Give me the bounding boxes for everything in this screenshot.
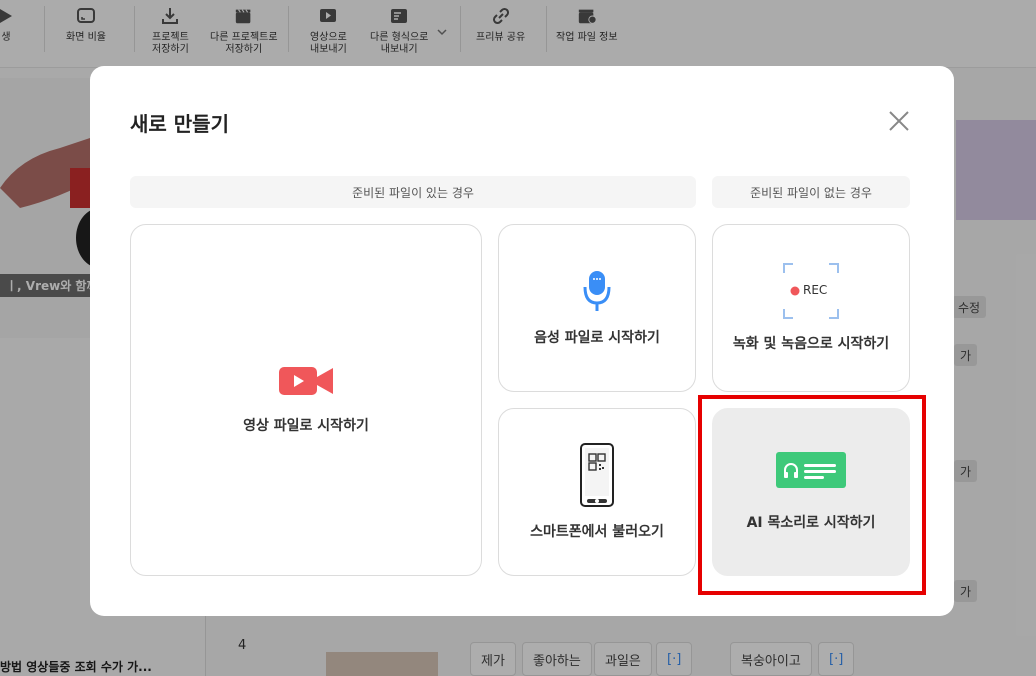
video-camera-icon bbox=[279, 367, 333, 395]
smartphone-card-label: 스마트폰에서 불러오기 bbox=[530, 524, 664, 540]
microphone-icon bbox=[583, 271, 611, 311]
annotation-highlight-box bbox=[698, 395, 926, 595]
smartphone-qr-icon bbox=[580, 443, 614, 507]
start-from-video-card[interactable]: 영상 파일로 시작하기 bbox=[130, 224, 482, 576]
dialog-title: 새로 만들기 bbox=[130, 112, 229, 136]
start-from-recording-card[interactable]: REC 녹화 및 녹음으로 시작하기 bbox=[712, 224, 910, 392]
audio-card-label: 음성 파일로 시작하기 bbox=[534, 330, 660, 346]
start-from-audio-card[interactable]: 음성 파일로 시작하기 bbox=[498, 224, 696, 392]
section-without-file: 준비된 파일이 없는 경우 bbox=[712, 176, 910, 208]
close-icon bbox=[889, 111, 909, 131]
video-card-label: 영상 파일로 시작하기 bbox=[243, 418, 369, 434]
rec-badge: REC bbox=[803, 283, 828, 297]
close-button[interactable] bbox=[884, 106, 914, 136]
import-from-smartphone-card[interactable]: 스마트폰에서 불러오기 bbox=[498, 408, 696, 576]
rec-frame-icon: REC bbox=[783, 263, 839, 319]
record-card-label: 녹화 및 녹음으로 시작하기 bbox=[732, 336, 890, 352]
section-with-file: 준비된 파일이 있는 경우 bbox=[130, 176, 696, 208]
